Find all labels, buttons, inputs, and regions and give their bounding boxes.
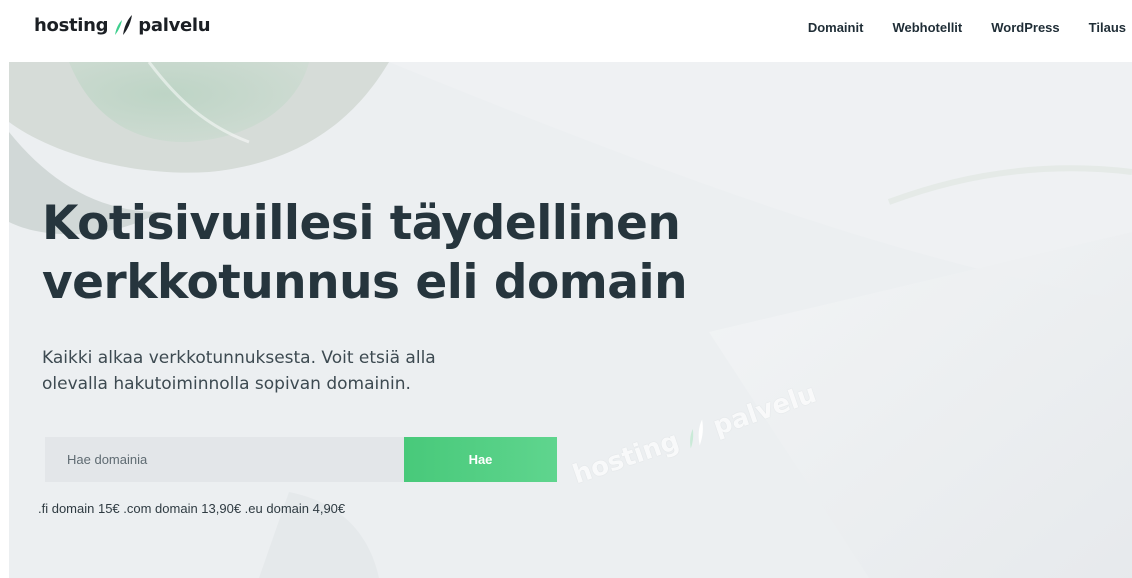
domain-search-form: Hae [45, 437, 557, 482]
logo-word-palvelu: palvelu [138, 14, 211, 36]
domain-prices-text: .fi domain 15€ .com domain 13,90€ .eu do… [38, 501, 346, 516]
subtext-line-1: Kaikki alkaa verkkotunnuksesta. Voit ets… [42, 348, 436, 368]
site-logo[interactable]: hosting palvelu [34, 11, 211, 39]
hero-section: Kotisivuillesi täydellinen verkkotunnus … [9, 62, 1132, 578]
nav-tilaus[interactable]: Tilaus [1089, 20, 1126, 35]
nav-domainit[interactable]: Domainit [808, 20, 864, 35]
hero-headline: Kotisivuillesi täydellinen verkkotunnus … [42, 194, 762, 312]
nav-webhotellit[interactable]: Webhotellit [892, 20, 962, 35]
main-nav: Domainit Webhotellit WordPress Tilaus [808, 20, 1126, 35]
subtext-line-2: olevalla hakutoiminnolla sopivan domaini… [42, 374, 411, 394]
leaf-drop-icon [115, 15, 133, 35]
hero-subtext: Kaikki alkaa verkkotunnuksesta. Voit ets… [42, 345, 512, 397]
headline-line-2: verkkotunnus eli domain [42, 255, 688, 310]
domain-search-input[interactable] [45, 437, 404, 482]
logo-word-hosting: hosting [34, 14, 109, 36]
top-navigation-bar: hosting palvelu Domainit Webhotellit Wor… [0, 0, 1132, 62]
search-button[interactable]: Hae [404, 437, 557, 482]
nav-wordpress[interactable]: WordPress [991, 20, 1059, 35]
headline-line-1: Kotisivuillesi täydellinen [42, 196, 681, 251]
